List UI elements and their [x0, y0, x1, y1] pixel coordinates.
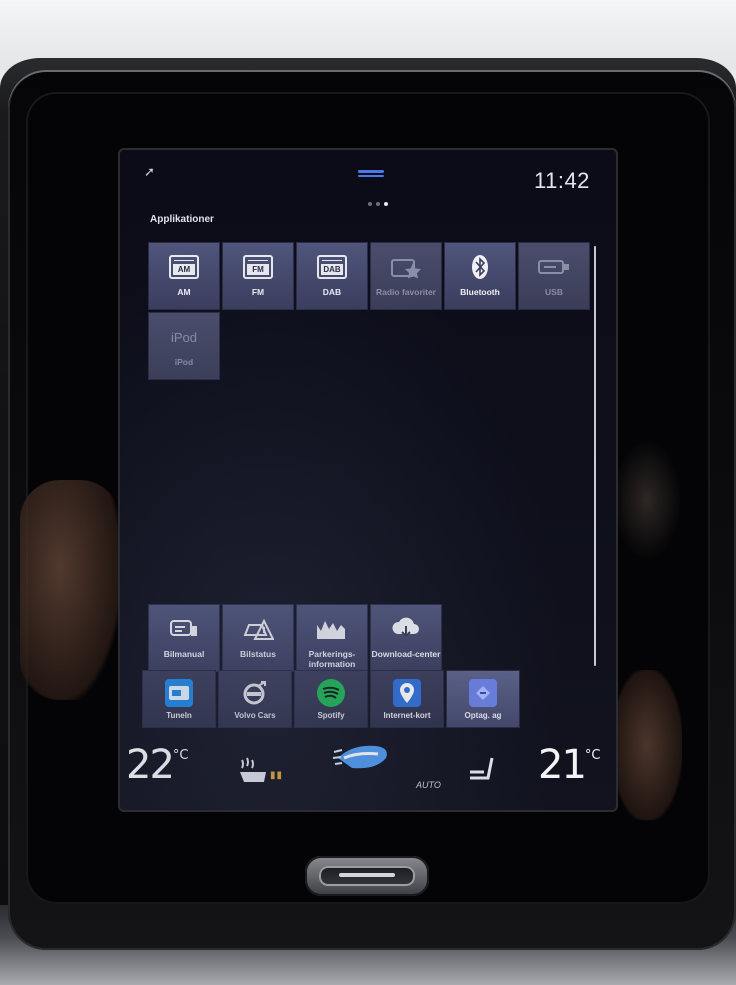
- sync-icon: [469, 679, 497, 707]
- dock-item-label: Tuneln: [166, 711, 192, 720]
- fan-icon[interactable]: [332, 736, 392, 776]
- app-tile-bluetooth[interactable]: Bluetooth: [444, 242, 516, 310]
- radio-favorite-star-icon: [388, 253, 424, 281]
- dock-item-label: Internet-kort: [383, 711, 431, 720]
- app-tile-label: FM: [251, 287, 265, 297]
- app-tile-label: DAB: [322, 287, 342, 297]
- car-tile-status[interactable]: Bilstatus: [222, 604, 294, 672]
- reflection-hand-right: [612, 670, 682, 820]
- home-button-bar: [339, 873, 395, 877]
- fm-radio-icon: FM: [240, 253, 276, 281]
- passenger-seat-icon[interactable]: [466, 754, 496, 789]
- section-title: Applikationer: [150, 214, 214, 225]
- dab-radio-icon: DAB: [314, 253, 350, 281]
- spotify-icon: [317, 679, 345, 707]
- car-manual-icon: [166, 615, 202, 643]
- infotainment-screen: ➚ 11:42 Applikationer AM AM FM FM DAB DA…: [118, 148, 618, 812]
- car-tile-parking[interactable]: Parkerings-information: [296, 604, 368, 672]
- climate-bar: 22°C ▮▮ AUTO 21°C: [120, 734, 616, 806]
- car-tile-download-center[interactable]: Download-center: [370, 604, 442, 672]
- page-dot: [368, 202, 372, 206]
- seat-heat-level-indicator: ▮▮: [270, 770, 284, 781]
- temp-unit: °C: [172, 748, 189, 763]
- app-tile-label: Parkerings-information: [308, 649, 356, 669]
- app-tile-label: iPod: [174, 357, 194, 367]
- dock-item-optag[interactable]: Optag. ag: [446, 670, 520, 728]
- app-tile-radio-favorites[interactable]: Radio favoriter: [370, 242, 442, 310]
- app-tile-ipod[interactable]: iPod iPod: [148, 312, 220, 380]
- app-tile-label: USB: [545, 287, 563, 297]
- temp-unit: °C: [584, 748, 601, 763]
- ipod-icon: iPod: [170, 329, 198, 345]
- dock-item-label: Spotify: [317, 711, 345, 720]
- auto-climate-label: AUTO: [416, 780, 441, 790]
- map-pin-icon: [393, 679, 421, 707]
- passenger-temp-value: 21: [538, 742, 587, 788]
- pull-down-handle[interactable]: [358, 170, 384, 173]
- driver-temperature[interactable]: 22°C: [126, 742, 188, 788]
- reflection-person: [612, 440, 682, 560]
- app-tile-usb[interactable]: USB: [518, 242, 590, 310]
- dock-item-volvo-cars[interactable]: Volvo Cars: [218, 670, 292, 728]
- passenger-temperature[interactable]: 21°C: [538, 742, 600, 788]
- volvo-logo-icon: [241, 679, 269, 707]
- app-tile-label: Radio favoriter: [376, 287, 436, 297]
- home-button[interactable]: [305, 856, 429, 896]
- page-dot-active: [384, 202, 388, 206]
- page-dot: [376, 202, 380, 206]
- seat-heat-icon[interactable]: [238, 756, 270, 790]
- tunein-icon: [165, 679, 193, 707]
- reflection-hand-left: [20, 480, 120, 700]
- app-tile-label: AM: [177, 287, 191, 297]
- clock: 11:42: [534, 168, 590, 193]
- dock-item-label: Optag. ag: [464, 711, 502, 720]
- page-indicator: [368, 202, 388, 206]
- navigation-arrow-icon: ➚: [144, 164, 155, 179]
- bluetooth-icon: [462, 253, 498, 281]
- cloud-download-icon: [388, 615, 424, 643]
- driver-temp-value: 22: [126, 742, 175, 788]
- app-tile-label: Bilstatus: [240, 649, 276, 659]
- app-tile-fm[interactable]: FM FM: [222, 242, 294, 310]
- dock-item-internet-kort[interactable]: Internet-kort: [370, 670, 444, 728]
- dock-item-label: Volvo Cars: [234, 711, 276, 720]
- dock-item-tunein[interactable]: Tuneln: [142, 670, 216, 728]
- app-dock: Tuneln Volvo Cars Spotify Internet-kort …: [142, 670, 520, 728]
- app-tile-label: Download-center: [371, 649, 441, 659]
- app-tile-dab[interactable]: DAB DAB: [296, 242, 368, 310]
- car-tile-manual[interactable]: Bilmanual: [148, 604, 220, 672]
- dock-item-spotify[interactable]: Spotify: [294, 670, 368, 728]
- pull-down-handle-line[interactable]: [358, 175, 384, 177]
- usb-icon: [536, 253, 572, 281]
- parking-info-icon: [314, 615, 350, 643]
- car-status-icon: [240, 615, 276, 643]
- app-tile-am[interactable]: AM AM: [148, 242, 220, 310]
- am-radio-icon: AM: [166, 253, 202, 281]
- app-tile-label: Bluetooth: [460, 287, 500, 297]
- scrollbar[interactable]: [594, 246, 596, 666]
- app-tile-label: Bilmanual: [163, 649, 205, 659]
